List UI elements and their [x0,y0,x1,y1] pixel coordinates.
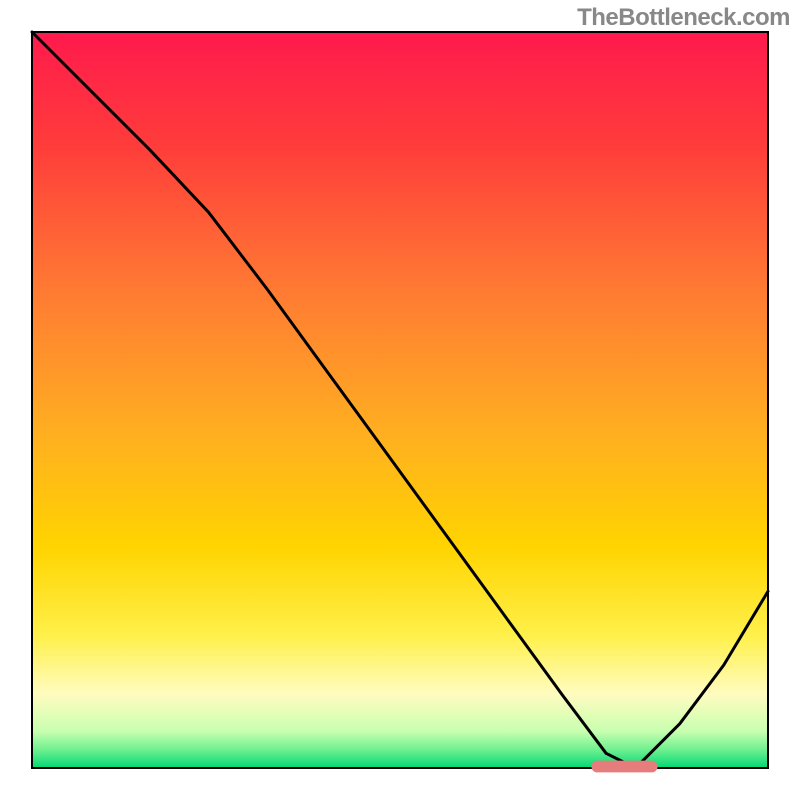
optimal-range-marker [591,761,657,773]
chart-container: TheBottleneck.com [0,0,800,800]
plot-area [32,32,768,772]
watermark-text: TheBottleneck.com [577,4,790,32]
chart-svg [0,0,800,800]
